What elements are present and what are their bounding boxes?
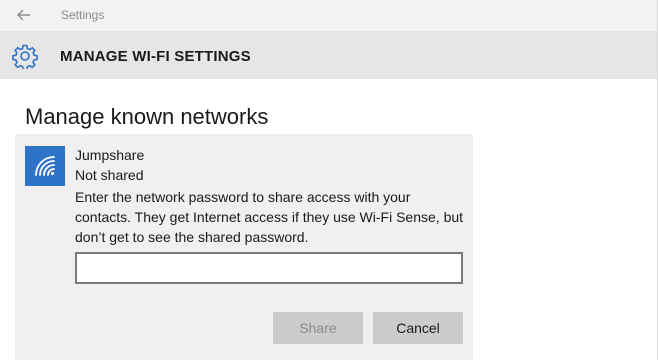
- section-header: MANAGE WI-FI SETTINGS: [0, 31, 658, 79]
- back-button[interactable]: [12, 5, 36, 25]
- titlebar: Settings: [0, 0, 658, 31]
- gear-icon: [12, 44, 38, 69]
- header-title: MANAGE WI-FI SETTINGS: [60, 48, 251, 65]
- network-item-expanded: Jumpshare Not shared Enter the network p…: [15, 134, 473, 360]
- network-status: Not shared: [75, 167, 144, 183]
- network-share-description: Enter the network password to share acce…: [75, 189, 464, 245]
- network-name: Jumpshare: [75, 147, 145, 163]
- page-title: Manage known networks: [25, 103, 269, 129]
- settings-window: Settings MANAGE WI-FI SETTINGS Manage kn…: [0, 0, 658, 360]
- wifi-icon: [35, 156, 55, 176]
- network-password-input[interactable]: [75, 252, 463, 284]
- back-arrow-icon: [17, 9, 30, 21]
- share-button[interactable]: Share: [273, 312, 363, 344]
- window-title: Settings: [61, 8, 105, 22]
- wifi-tile: [25, 146, 65, 186]
- cancel-button[interactable]: Cancel: [373, 312, 463, 344]
